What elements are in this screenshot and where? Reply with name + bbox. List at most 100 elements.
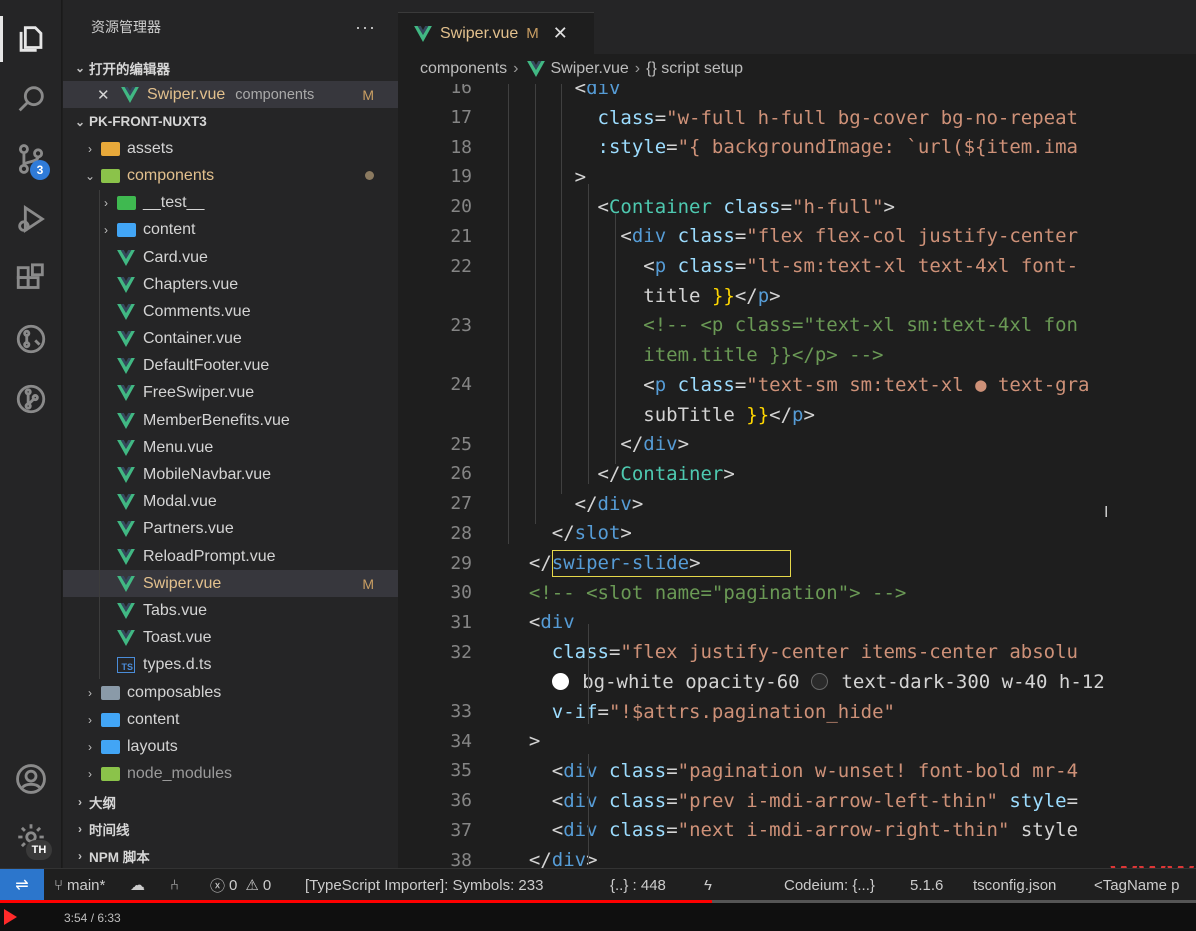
ts-importer-status[interactable]: [TypeScript Importer]: Symbols: 233 <box>305 869 543 901</box>
line-number: 29 <box>450 552 472 574</box>
file-item[interactable]: FreeSwiper.vue <box>63 379 398 408</box>
breadcrumb-file[interactable]: Swiper.vue <box>551 60 629 78</box>
line-number: 33 <box>450 701 472 723</box>
tree-item-label: Chapters.vue <box>143 275 239 293</box>
tagname-status[interactable]: <TagName p <box>1094 869 1179 901</box>
folder-item[interactable]: › layouts <box>63 733 398 760</box>
problems-item[interactable]: ⓧ 0 ⚠ 0 <box>210 869 271 901</box>
account-icon[interactable] <box>0 750 62 808</box>
chevron-right-icon: › <box>88 685 92 700</box>
code-line: item.title }}</p> --> <box>398 340 1196 370</box>
file-item[interactable]: Partners.vue <box>63 515 398 543</box>
branch-item[interactable]: ⑂ main* <box>54 869 105 901</box>
file-item[interactable]: Toast.vue <box>63 624 398 652</box>
file-item[interactable]: Menu.vue <box>63 434 398 462</box>
project-section[interactable]: ⌄ PK-FRONT-NUXT3 <box>63 108 398 135</box>
tree-item-label: Partners.vue <box>143 520 234 538</box>
file-item[interactable]: ReloadPrompt.vue <box>63 543 398 571</box>
file-item[interactable]: Tabs.vue <box>63 597 398 625</box>
code-text: <p class="text-sm sm:text-xl ● text-gra <box>643 373 1090 396</box>
open-editors-section[interactable]: ⌄ 打开的编辑器 <box>63 54 398 81</box>
outline-section[interactable]: › 大纲 <box>63 788 398 815</box>
folder-item[interactable]: › content <box>63 216 398 244</box>
symbols-status[interactable]: {..} : 448 <box>610 869 666 901</box>
breadcrumb-folder[interactable]: components <box>420 60 507 78</box>
file-item[interactable]: Container.vue <box>63 325 398 353</box>
folder-item[interactable]: › node_modules <box>63 761 398 788</box>
chevron-right-icon: › <box>88 767 92 782</box>
indent-guide <box>99 407 100 435</box>
indent-guide <box>99 216 100 244</box>
line-number: 19 <box>450 166 472 188</box>
code-line: 34 > <box>398 726 1196 756</box>
file-item[interactable]: Modal.vue <box>63 488 398 516</box>
vue-file-icon <box>115 575 137 592</box>
code-text: bg-white opacity-60 text-dark-300 w-40 h… <box>506 671 1105 693</box>
git-graph-icon[interactable] <box>0 370 62 428</box>
tree-item-label: ReloadPrompt.vue <box>143 547 276 565</box>
branch-name: main* <box>67 876 106 894</box>
folder-item[interactable]: › __test__ <box>63 189 398 217</box>
code-line: 27 </div> <box>398 489 1196 519</box>
file-item[interactable]: Swiper.vue M <box>63 570 398 598</box>
video-progress-track[interactable] <box>0 900 1196 903</box>
search-icon[interactable] <box>0 70 62 128</box>
sync-icon[interactable]: ☁ <box>130 869 145 901</box>
open-editor-item[interactable]: ✕ Swiper.vue components M <box>63 81 398 109</box>
source-control-icon[interactable]: 3 <box>0 130 62 188</box>
play-icon[interactable] <box>4 909 17 925</box>
code-line: bg-white opacity-60 text-dark-300 w-40 h… <box>398 667 1196 697</box>
file-item[interactable]: MemberBenefits.vue <box>63 407 398 435</box>
run-debug-icon[interactable] <box>0 190 62 248</box>
remote-indicator-icon[interactable]: ⇌ <box>0 869 44 901</box>
indent-guide <box>99 379 100 408</box>
source-control-badge: 3 <box>30 160 50 180</box>
remote-explorer-icon[interactable] <box>0 310 62 368</box>
extensions-icon[interactable] <box>0 250 62 308</box>
file-item[interactable]: TS types.d.ts <box>63 651 398 679</box>
indent-guide <box>99 271 100 299</box>
ts-version-status[interactable]: 5.1.6 <box>910 869 943 901</box>
lightning-icon[interactable]: ϟ <box>704 869 712 901</box>
file-item[interactable]: MobileNavbar.vue <box>63 461 398 489</box>
npm-scripts-section[interactable]: › NPM 脚本 <box>63 842 398 869</box>
open-editor-filename: Swiper.vue <box>147 85 226 103</box>
tab-swiper-vue[interactable]: Swiper.vue M ✕ <box>398 12 594 54</box>
codeium-status[interactable]: Codeium: {...} <box>784 869 875 901</box>
chevron-down-icon: ⌄ <box>74 114 86 129</box>
code-text: <!-- <slot name="pagination"> --> <box>506 581 907 604</box>
tsconfig-status[interactable]: tsconfig.json <box>973 869 1056 901</box>
file-item[interactable]: DefaultFooter.vue <box>63 352 398 380</box>
file-tree: › assets ⌄ components › __test__ › content Card.… <box>63 135 398 788</box>
code-line: 22 <p class="lt-sm:text-xl text-4xl font… <box>398 251 1196 281</box>
more-actions-icon[interactable]: ··· <box>355 17 376 38</box>
code-editor[interactable]: 16 <div 17 class="w-full h-full bg-cover … <box>398 84 1196 868</box>
line-number: 36 <box>450 790 472 812</box>
vue-file-icon <box>115 412 137 429</box>
breadcrumb-symbol[interactable]: {} script setup <box>646 60 743 78</box>
file-item[interactable]: Comments.vue <box>63 298 398 326</box>
folder-item[interactable]: › content <box>63 706 398 733</box>
code-line: 18 :style="{ backgroundImage: `url(${ite… <box>398 132 1196 162</box>
git-graph-status-icon[interactable]: ⑃ <box>170 869 179 901</box>
tree-item-label: MobileNavbar.vue <box>143 466 272 484</box>
code-line: subTitle }}</p> <box>398 400 1196 430</box>
files-icon[interactable] <box>0 10 62 68</box>
close-icon[interactable]: ✕ <box>97 86 119 104</box>
manage-gear-icon[interactable]: TH <box>0 808 62 866</box>
code-text: </div> <box>574 492 644 515</box>
explorer-header: 资源管理器 ··· <box>63 0 398 54</box>
code-line: 28 </slot> <box>398 519 1196 549</box>
timeline-section[interactable]: › 时间线 <box>63 815 398 842</box>
file-item[interactable]: Chapters.vue <box>63 271 398 299</box>
file-item[interactable]: Card.vue <box>63 243 398 272</box>
folder-item[interactable]: › composables <box>63 679 398 706</box>
vue-file-icon <box>115 548 137 565</box>
folder-icon <box>99 168 121 183</box>
close-icon[interactable]: ✕ <box>553 23 568 44</box>
folder-item[interactable]: › assets <box>63 135 398 162</box>
chevron-down-icon: ⌄ <box>84 168 96 183</box>
explorer-sidebar: 资源管理器 ··· ⌄ 打开的编辑器 ✕ Swiper.vue componen… <box>63 0 398 868</box>
folder-item[interactable]: ⌄ components <box>63 162 398 189</box>
code-text: class="w-full h-full bg-cover bg-no-repe… <box>597 106 1078 129</box>
